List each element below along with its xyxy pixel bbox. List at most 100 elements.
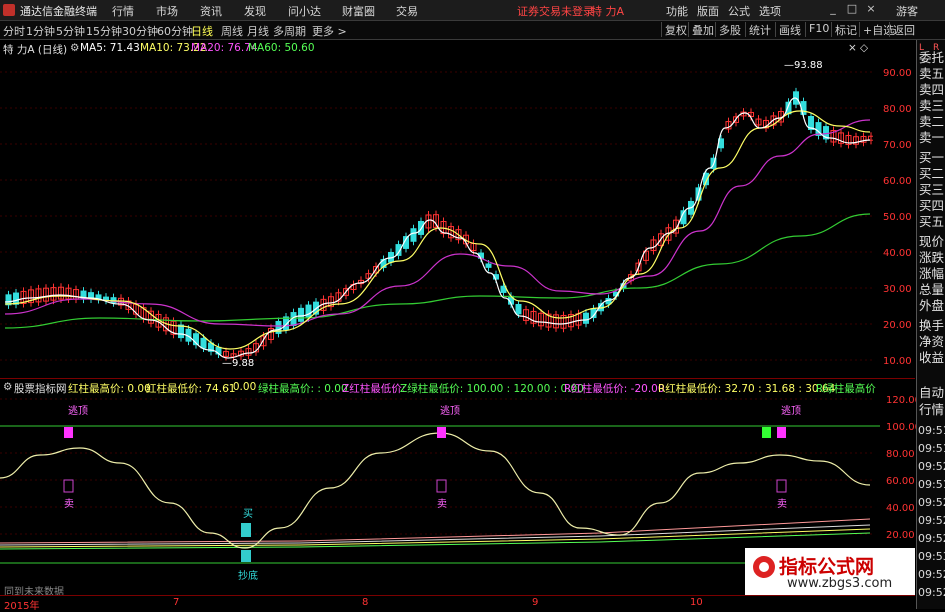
menu-options[interactable]: 选项 [759, 3, 781, 19]
price-tick: 60.00 [883, 176, 912, 187]
menu-item-wealth[interactable]: 财富圈 [342, 3, 375, 19]
minimize-icon[interactable]: _ [826, 2, 840, 17]
tick-time: 09:51 [918, 442, 945, 455]
sell-signal-label: 卖 [437, 498, 447, 510]
period-tab[interactable]: 30分钟 [122, 23, 158, 39]
menu-bar: 通达信金融终端 行情 市场 资讯 发现 问小达 财富圈 交易 证券交易未登录 特… [0, 0, 945, 21]
indicator-tick: 40.00 [886, 503, 915, 514]
side-item[interactable]: 涨幅 [919, 266, 945, 281]
side-item[interactable]: 卖一 [919, 130, 945, 145]
login-status[interactable]: 证券交易未登录 [517, 3, 594, 19]
menu-item-market[interactable]: 行情 [112, 3, 134, 19]
close-icon[interactable]: × [864, 2, 878, 17]
top-signal-label: 逃顶 [440, 404, 460, 417]
multi-stock-button[interactable]: 多股 [715, 22, 744, 37]
bottom-signal-label: 抄底 [238, 569, 258, 582]
candle-body [200, 337, 207, 349]
close-panel-icon[interactable]: × [848, 42, 857, 54]
menu-function[interactable]: 功能 [666, 3, 688, 19]
user-label[interactable]: 游客 [896, 3, 918, 19]
period-tab[interactable]: 周线 [221, 23, 243, 39]
date-axis: 2015年 7 8 9 10 [0, 595, 915, 612]
side-item[interactable]: 净资 [919, 334, 945, 349]
watermark-logo-icon [753, 556, 775, 578]
side-item[interactable]: 卖二 [919, 114, 945, 129]
quote-side-panel: L R 委托 卖五 卖四 卖三 卖二 卖一 买一 买二 买三 买四 买五 现价 … [916, 40, 945, 609]
side-item[interactable]: 行情 [919, 402, 945, 417]
candle-body [298, 307, 304, 322]
side-item[interactable]: 收益 [919, 350, 945, 365]
top-signal-label: 逃顶 [68, 404, 88, 417]
side-item[interactable]: 外盘 [919, 298, 945, 313]
stock-title: 特 力A (日线) [3, 44, 68, 56]
period-tab[interactable]: 月线 [247, 23, 269, 39]
price-tick: 30.00 [883, 284, 912, 295]
side-item[interactable]: 卖五 [919, 66, 945, 81]
menu-item-discover[interactable]: 发现 [244, 3, 266, 19]
price-tick: 10.00 [883, 356, 912, 367]
period-tab[interactable]: 5分钟 [56, 23, 85, 39]
period-tab[interactable]: 分时 [3, 23, 25, 39]
price-tick: 20.00 [883, 320, 912, 331]
side-item[interactable]: 卖四 [919, 82, 945, 97]
candle-body [515, 303, 522, 315]
period-tab-daily[interactable]: 日线 [191, 23, 213, 39]
period-tab[interactable]: 1分钟 [26, 23, 55, 39]
settings-gear-icon[interactable]: ⚙ [70, 42, 79, 54]
side-item[interactable]: 涨跌 [919, 250, 945, 265]
candle-body [605, 297, 612, 305]
side-item[interactable]: 买二 [919, 166, 945, 181]
price-tick: 50.00 [883, 212, 912, 223]
indicator-tick: 80.00 [886, 449, 915, 460]
side-item[interactable]: 现价 [919, 234, 945, 249]
side-item[interactable]: 买四 [919, 198, 945, 213]
period-tab[interactable]: 15分钟 [86, 23, 122, 39]
watermark-title: 指标公式网 [779, 556, 875, 578]
price-axis: 90.00 80.00 70.00 60.00 50.00 40.00 30.0… [873, 58, 915, 378]
expand-icon[interactable]: ◇ [860, 42, 868, 54]
date-label: 9 [532, 597, 539, 608]
indicator-value: : 0.00 [226, 381, 257, 393]
price-tick: 80.00 [883, 104, 912, 115]
side-item[interactable]: 委托 [919, 50, 945, 65]
menu-layout[interactable]: 版面 [697, 3, 719, 19]
indicator-tick: 20.00 [886, 530, 915, 541]
side-item[interactable]: 买五 [919, 214, 945, 229]
tick-time: 09:52 [918, 514, 945, 527]
indicator-gear-icon[interactable]: ⚙ [3, 381, 12, 393]
menu-item-trade[interactable]: 交易 [396, 3, 418, 19]
draw-line-button[interactable]: 画线 [775, 22, 804, 37]
tick-time: 09:52 [918, 496, 945, 509]
menu-item-exchange[interactable]: 市场 [156, 3, 178, 19]
ma10-line [4, 110, 871, 350]
overlay-button[interactable]: 叠加 [688, 22, 717, 37]
restore-rights-button[interactable]: 复权 [661, 22, 690, 37]
side-item[interactable]: 自动 [919, 385, 945, 400]
indicator-info-bar: ⚙ 股票指标网 红柱最高价: 0.00 红柱最低价: 74.61 : 0.00 … [0, 378, 915, 395]
period-tab-more[interactable]: 更多 > [312, 23, 347, 39]
top-signal-bar [64, 427, 73, 438]
side-item[interactable]: 换手 [919, 318, 945, 333]
top-signal-bar [777, 427, 786, 438]
mark-button[interactable]: 标记 [831, 22, 860, 37]
stats-button[interactable]: 统计 [745, 22, 774, 37]
back-button[interactable]: 返回 [889, 22, 918, 37]
period-tab[interactable]: 多周期 [273, 23, 306, 39]
maximize-icon[interactable]: □ [845, 2, 859, 17]
candle-body [485, 263, 492, 268]
f10-button[interactable]: F10 [805, 22, 832, 37]
date-label: 8 [362, 597, 369, 608]
sell-signal-label: 卖 [64, 498, 74, 510]
side-item[interactable]: 总量 [919, 282, 945, 297]
header-stock-name: 特 力A [591, 5, 625, 18]
candle-body [178, 324, 184, 339]
side-item[interactable]: 买一 [919, 150, 945, 165]
kline-chart[interactable]: —93.88 —9.88 [0, 56, 873, 378]
side-item[interactable]: 买三 [919, 182, 945, 197]
period-tab[interactable]: 60分钟 [157, 23, 193, 39]
side-item[interactable]: 卖三 [919, 98, 945, 113]
menu-formula[interactable]: 公式 [728, 3, 750, 19]
sell-box [436, 479, 447, 493]
menu-item-ask[interactable]: 问小达 [288, 3, 321, 19]
menu-item-news[interactable]: 资讯 [200, 3, 222, 19]
